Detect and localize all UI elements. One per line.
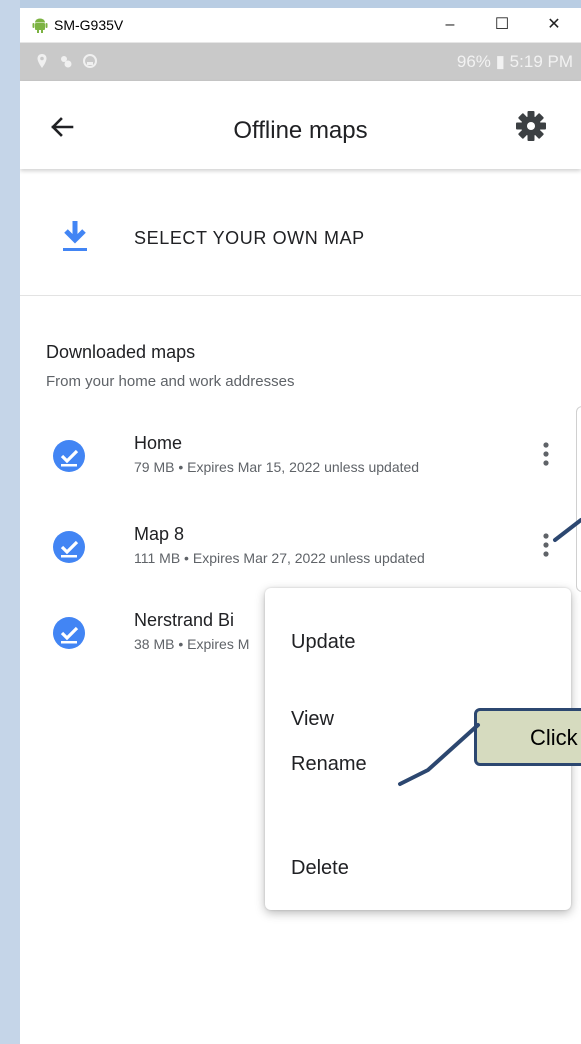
map-item-map8[interactable]: Map 8 111 MB • Expires Mar 27, 2022 unle…	[20, 524, 581, 594]
sync-icon	[83, 54, 97, 68]
emulator-window: SM-G935V – ☐ ✕ 96% ▮ 5:19 PM Offline map…	[20, 8, 581, 1044]
map-item-home[interactable]: Home 79 MB • Expires Mar 15, 2022 unless…	[20, 433, 581, 503]
page-title: Offline maps	[233, 117, 368, 144]
desktop-background	[0, 0, 20, 1044]
phone-status-bar: 96% ▮ 5:19 PM	[20, 43, 581, 81]
menu-item-update[interactable]: Update	[291, 631, 356, 654]
section-title: Downloaded maps	[46, 342, 196, 362]
map-name: Nerstrand Bi	[134, 610, 235, 630]
gear-icon[interactable]	[514, 109, 548, 143]
maximize-button[interactable]: ☐	[482, 12, 522, 38]
select-own-map-label: SELECT YOUR OWN MAP	[134, 228, 365, 248]
divider	[20, 295, 581, 296]
notification-icon	[61, 56, 72, 68]
check-circle-icon	[53, 617, 85, 649]
partial-card	[576, 406, 581, 592]
status-indicators: 96% ▮ 5:19 PM	[456, 52, 573, 71]
menu-item-rename[interactable]: Rename	[291, 753, 367, 776]
map-meta: 79 MB • Expires Mar 15, 2022 unless upda…	[134, 459, 420, 475]
location-icon	[37, 54, 47, 68]
check-circle-icon	[53, 440, 85, 472]
minimize-button[interactable]: –	[430, 12, 470, 38]
android-icon	[32, 18, 48, 33]
section-subtitle: From your home and work addresses	[46, 373, 295, 390]
map-name: Map 8	[134, 524, 185, 544]
app-bar: Offline maps	[20, 81, 581, 169]
map-meta: 38 MB • Expires M	[134, 636, 250, 652]
callout-text: Click	[530, 725, 578, 750]
check-circle-icon	[53, 531, 85, 563]
window-title: SM-G935V	[54, 17, 124, 33]
download-icon	[63, 221, 87, 251]
more-options-icon[interactable]	[534, 530, 558, 560]
menu-item-view[interactable]: View	[291, 708, 334, 731]
map-meta: 111 MB • Expires Mar 27, 2022 unless upd…	[134, 550, 425, 566]
map-name: Home	[134, 433, 183, 453]
more-options-icon[interactable]	[534, 439, 558, 469]
close-button[interactable]: ✕	[534, 12, 574, 38]
click-callout: Click	[474, 708, 581, 766]
window-titlebar: SM-G935V – ☐ ✕	[20, 8, 581, 43]
select-own-map-button[interactable]: SELECT YOUR OWN MAP	[20, 188, 581, 293]
menu-item-delete[interactable]: Delete	[291, 857, 349, 880]
